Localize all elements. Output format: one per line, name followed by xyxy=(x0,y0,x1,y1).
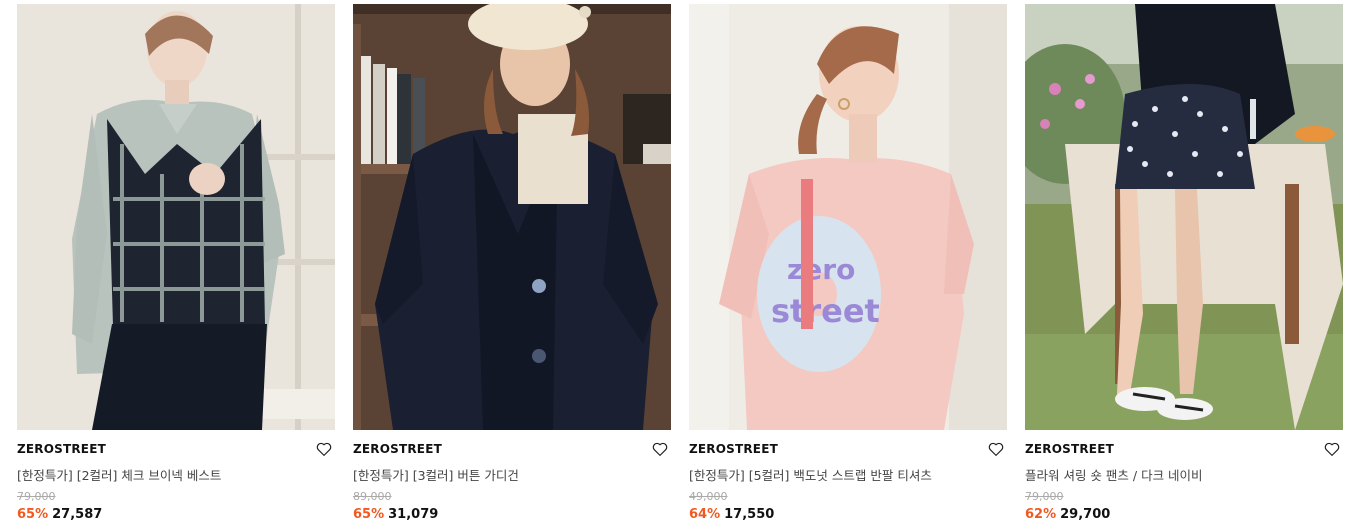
discount-rate: 62% xyxy=(1025,507,1057,522)
brand-name[interactable]: ZEROSTREET xyxy=(353,442,442,456)
product-card[interactable]: ZEROSTREET 플라워 셔링 숏 팬츠 / 다크 네이비 79,000 6… xyxy=(1025,4,1343,530)
sale-price: 29,700 xyxy=(1060,507,1111,522)
price-row: 65% 27,587 xyxy=(17,507,102,522)
brand-name[interactable]: ZEROSTREET xyxy=(689,442,778,456)
tshirt-print-top: zero xyxy=(787,253,855,286)
product-image[interactable] xyxy=(1025,4,1343,430)
discount-rate: 65% xyxy=(17,507,49,522)
product-card[interactable]: ZEROSTREET [한정특가] [3컬러] 버튼 가디건 89,000 65… xyxy=(353,4,671,530)
heart-outline-icon[interactable] xyxy=(651,440,669,458)
sale-price: 27,587 xyxy=(52,507,103,522)
heart-outline-icon[interactable] xyxy=(315,440,333,458)
original-price: 89,000 xyxy=(353,490,392,503)
product-title[interactable]: [한정특가] [2컬러] 체크 브이넥 베스트 xyxy=(17,465,221,484)
product-image[interactable] xyxy=(353,4,671,430)
product-info: ZEROSTREET [한정특가] [5컬러] 백도넛 스트랩 반팔 티셔츠 4… xyxy=(689,430,1007,530)
product-info: ZEROSTREET [한정특가] [2컬러] 체크 브이넥 베스트 79,00… xyxy=(17,430,335,530)
original-price: 79,000 xyxy=(1025,490,1064,503)
product-title[interactable]: 플라워 셔링 숏 팬츠 / 다크 네이비 xyxy=(1025,465,1203,484)
original-price: 49,000 xyxy=(689,490,728,503)
price-row: 64% 17,550 xyxy=(689,507,774,522)
product-image[interactable]: zero street xyxy=(689,4,1007,430)
sale-price: 17,550 xyxy=(724,507,775,522)
heart-outline-icon[interactable] xyxy=(987,440,1005,458)
product-info: ZEROSTREET 플라워 셔링 숏 팬츠 / 다크 네이비 79,000 6… xyxy=(1025,430,1343,530)
original-price: 79,000 xyxy=(17,490,56,503)
price-row: 65% 31,079 xyxy=(353,507,438,522)
product-info: ZEROSTREET [한정특가] [3컬러] 버튼 가디건 89,000 65… xyxy=(353,430,671,530)
product-image[interactable] xyxy=(17,4,335,430)
product-card[interactable]: ZEROSTREET [한정특가] [2컬러] 체크 브이넥 베스트 79,00… xyxy=(17,4,335,530)
heart-outline-icon[interactable] xyxy=(1323,440,1341,458)
brand-name[interactable]: ZEROSTREET xyxy=(1025,442,1114,456)
product-title[interactable]: [한정특가] [3컬러] 버튼 가디건 xyxy=(353,465,519,484)
price-row: 62% 29,700 xyxy=(1025,507,1110,522)
product-title[interactable]: [한정특가] [5컬러] 백도넛 스트랩 반팔 티셔츠 xyxy=(689,465,932,484)
discount-rate: 65% xyxy=(353,507,385,522)
discount-rate: 64% xyxy=(689,507,721,522)
brand-name[interactable]: ZEROSTREET xyxy=(17,442,106,456)
sale-price: 31,079 xyxy=(388,507,439,522)
tshirt-print-bottom: street xyxy=(771,292,880,330)
product-grid: ZEROSTREET [한정특가] [2컬러] 체크 브이넥 베스트 79,00… xyxy=(0,0,1353,531)
product-card[interactable]: zero street ZEROSTREET [한정특가] [5컬러] 백도넛 … xyxy=(689,4,1007,530)
